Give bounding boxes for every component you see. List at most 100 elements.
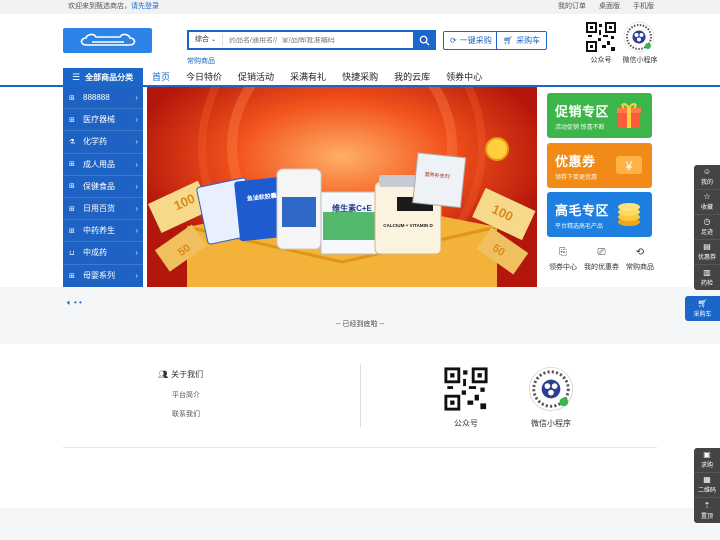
search-input[interactable] xyxy=(223,36,413,44)
chevron-right-icon: › xyxy=(135,181,138,191)
toolbar-back-to-top[interactable]: ⇡ 置顶 xyxy=(694,498,720,523)
toolbar-mine[interactable]: ☺ 我的 xyxy=(694,165,720,190)
frequent-products-label: 常购商品 xyxy=(626,264,654,271)
grid-icon: ⊞ xyxy=(69,183,75,191)
search-type-label: 综合 xyxy=(195,36,209,43)
contact-us-link[interactable]: 联系我们 xyxy=(172,409,200,419)
toolbar-cart-label: 采购车 xyxy=(693,312,712,318)
platform-intro-link[interactable]: 平台简介 xyxy=(172,390,200,400)
sidebar-item-medical-devices[interactable]: ⊞ 医疗器械 › xyxy=(63,109,143,132)
right-toolbar-bottom: ▣ 求购 ▦ 二维码 ⇡ 置顶 xyxy=(694,448,720,523)
toolbar-request-label: 求购 xyxy=(700,463,713,469)
footer-official-account-qr-icon xyxy=(443,366,489,412)
search-button[interactable] xyxy=(413,30,436,50)
coupon-center-icon: ⎘ xyxy=(559,247,567,258)
grid-icon: ⊞ xyxy=(69,94,75,102)
nav-promotions[interactable]: 促销活动 xyxy=(238,68,274,87)
quick-buy-icon: ⟳ xyxy=(450,36,457,45)
chevron-right-icon: › xyxy=(135,115,138,125)
welcome-label: 欢迎来到甄选商店， xyxy=(68,3,131,10)
login-link[interactable]: 请先登录 xyxy=(131,3,159,10)
footer-mini-program-label: 微信小程序 xyxy=(531,419,571,428)
quick-links: ⎘ 领券中心 ⎚ 我的优惠券 ⟲ 常购商品 xyxy=(549,247,654,272)
sidebar-item-label: 日用百货 xyxy=(83,204,115,214)
coupon-card[interactable]: 优惠券 领券下单更优惠 ¥ xyxy=(547,143,652,188)
my-orders-link[interactable]: 我的订单 xyxy=(558,0,586,14)
toolbar-coupons[interactable]: ▤ 优惠券 xyxy=(694,240,720,265)
user-icon: ☺ xyxy=(702,167,712,176)
quick-buy-label: 一键采购 xyxy=(459,36,492,45)
nav-quick-purchase[interactable]: 快捷采购 xyxy=(342,68,378,87)
high-margin-card[interactable]: 高毛专区 平台精选高毛产品 xyxy=(547,192,652,237)
sidebar-item-label: 成人用品 xyxy=(83,159,115,169)
nav-coupon-center[interactable]: 领券中心 xyxy=(446,68,482,87)
product-1-label: 维生素C+E xyxy=(332,203,372,213)
request-icon: ▣ xyxy=(703,450,711,459)
desktop-version-link[interactable]: 桌面版 xyxy=(599,0,620,14)
document-icon: ▥ xyxy=(703,267,711,277)
sidebar-item-888888[interactable]: ⊞ 888888 › xyxy=(63,87,143,110)
chevron-down-icon: ⌄ xyxy=(210,37,216,43)
coupon-icon: ▤ xyxy=(703,242,711,251)
cart-button[interactable]: 🛒︎ 采购车 xyxy=(496,31,548,50)
page: 欢迎来到甄选商店，请先登录 我的订单 桌面版 手机版 综合 ⌄ 常购商品 ⟳一键… xyxy=(0,0,720,540)
speaker-icon: 🔈︎ xyxy=(67,298,72,307)
mini-program-qr-icon xyxy=(623,21,655,53)
coupon-center-link[interactable]: ⎘ 领券中心 xyxy=(549,247,577,272)
menu-icon: ☰ xyxy=(72,72,81,82)
toolbar-favorites[interactable]: ☆ 收藏 xyxy=(694,190,720,215)
toolbar-request[interactable]: ▣ 求购 xyxy=(694,448,720,473)
users-icon: 👥︎ xyxy=(158,370,169,379)
toolbar-coupons-label: 优惠券 xyxy=(697,255,716,261)
sidebar-item-tcm-wellness[interactable]: ⊞ 中药养生 › xyxy=(63,220,143,243)
flask-icon: ⚗ xyxy=(69,138,76,146)
footer-mini-program-qr-icon xyxy=(529,367,573,411)
star-icon: ☆ xyxy=(703,192,711,201)
arrow-up-icon: ⇡ xyxy=(703,500,711,510)
sidebar-item-mother-baby[interactable]: ⊞ 母婴系列 › xyxy=(63,265,143,287)
grid-icon: ⊞ xyxy=(69,205,75,213)
hot-word-link[interactable]: 常购商品 xyxy=(187,56,215,66)
sidebar-item-health-food[interactable]: ⊞ 保健食品 › xyxy=(63,176,143,198)
main-nav: ☰ 全部商品分类 首页 今日特价 促销活动 采满有礼 快捷采购 我的云库 领券中… xyxy=(0,68,720,87)
top-bar: 欢迎来到甄选商店，请先登录 我的订单 桌面版 手机版 xyxy=(0,0,720,14)
logo[interactable] xyxy=(63,28,152,53)
mobile-version-link[interactable]: 手机版 xyxy=(633,0,654,14)
official-account-qr-icon xyxy=(585,21,617,53)
sidebar-item-adult-products[interactable]: ⊞ 成人用品 › xyxy=(63,154,143,176)
sidebar-item-chemical-drugs[interactable]: ⚗ 化学药 › xyxy=(63,131,143,154)
promo-zone-card[interactable]: 促销专区 活动促销 惊喜不断 xyxy=(547,93,652,138)
sidebar-item-label: 中成药 xyxy=(83,248,107,258)
end-of-list-note: -- 已经到底啦 -- xyxy=(335,321,385,328)
hero-banner[interactable]: 维生素C+E CALCIUM + VITAMIN D 鱼油软胶囊 营养补充剂 1… xyxy=(147,87,537,287)
footer-bottom-line xyxy=(63,447,657,448)
footer-divider xyxy=(360,364,361,427)
sidebar-item-label: 医疗器械 xyxy=(83,115,115,125)
my-coupons-link[interactable]: ⎚ 我的优惠券 xyxy=(584,247,619,272)
category-sidebar: ⊞ 888888 › ⊞ 医疗器械 › ⚗ 化学药 › ⊞ 成人用品 › ⊞ 保健食品 › ⊞ 日用百… xyxy=(63,87,143,287)
search-bar: 综合 ⌄ xyxy=(187,30,436,50)
toolbar-drug-inspection[interactable]: ▥ 药检 xyxy=(694,265,720,290)
coin-stack-icon xyxy=(618,203,640,226)
sidebar-item-chinese-patent-medicine[interactable]: ⊔ 中成药 › xyxy=(63,242,143,265)
toolbar-history[interactable]: ◷ 足迹 xyxy=(694,215,720,240)
quick-buy-button[interactable]: ⟳ 一键采购 xyxy=(443,31,499,50)
toolbar-cart[interactable]: 🛒︎ 采购车 xyxy=(685,296,720,321)
search-type-select[interactable]: 综合 ⌄ xyxy=(189,34,223,46)
sidebar-item-daily-goods[interactable]: ⊞ 日用百货 › xyxy=(63,198,143,221)
toolbar-qrcode[interactable]: ▦ 二维码 xyxy=(694,473,720,498)
nav-home[interactable]: 首页 xyxy=(152,68,170,87)
top-links: 我的订单 桌面版 手机版 xyxy=(558,0,654,14)
nav-purchase-gifts[interactable]: 采满有礼 xyxy=(290,68,326,87)
about-us-label: 关于我们 xyxy=(171,370,204,379)
cart-icon: 🛒︎ xyxy=(503,36,514,45)
mini-program-label: 微信小程序 xyxy=(622,57,658,64)
chevron-right-icon: › xyxy=(135,226,138,236)
nav-daily-deals[interactable]: 今日特价 xyxy=(186,68,222,87)
frequent-products-link[interactable]: ⟲ 常购商品 xyxy=(626,247,654,272)
chevron-right-icon: › xyxy=(135,204,138,214)
nav-my-cloud-store[interactable]: 我的云库 xyxy=(394,68,430,87)
footer-official-account-label: 公众号 xyxy=(454,419,478,428)
all-categories-button[interactable]: ☰ 全部商品分类 xyxy=(63,68,143,87)
right-toolbar-top: ☺ 我的 ☆ 收藏 ◷ 足迹 ▤ 优惠券 ▥ 药检 xyxy=(694,165,720,290)
